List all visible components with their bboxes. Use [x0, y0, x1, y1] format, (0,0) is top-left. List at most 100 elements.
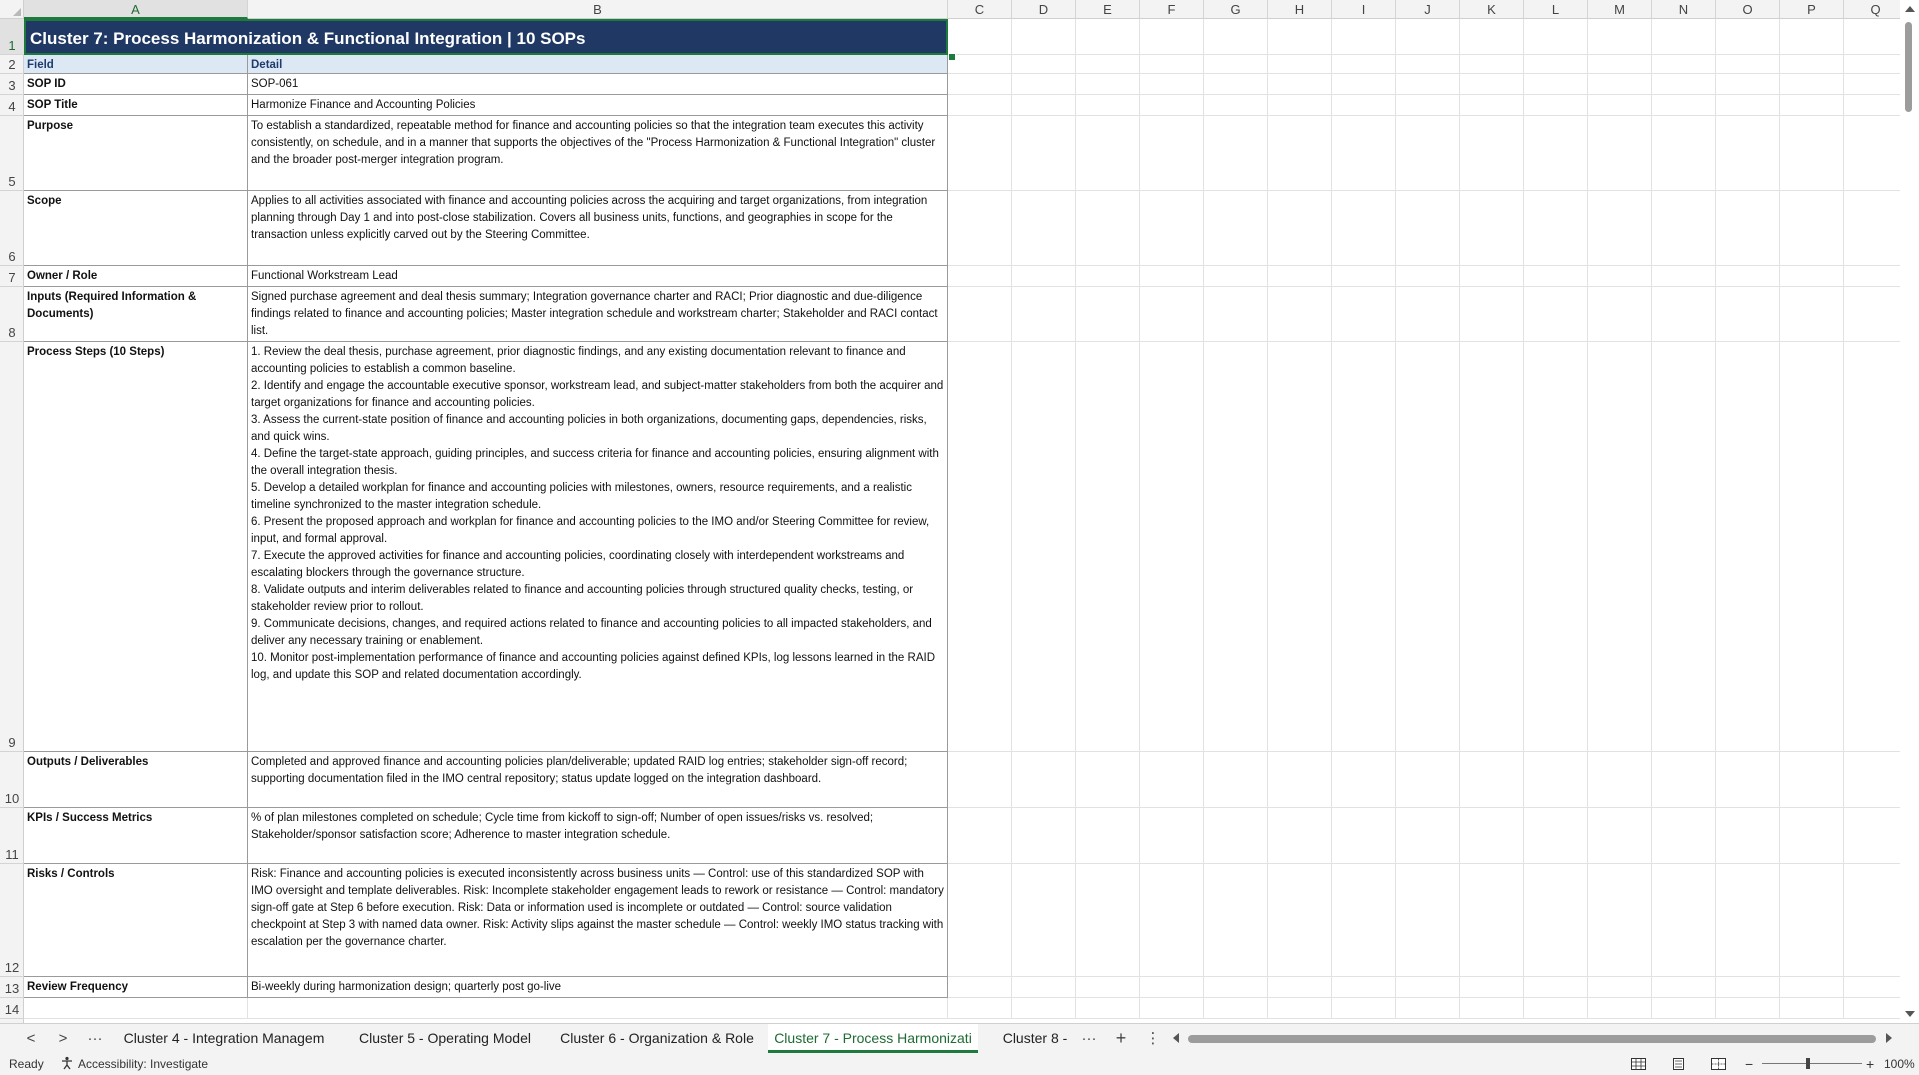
empty-cell[interactable]	[1268, 191, 1332, 266]
empty-cell[interactable]	[1844, 191, 1900, 266]
empty-cell[interactable]	[1460, 116, 1524, 191]
normal-view-icon[interactable]	[1631, 1058, 1646, 1070]
zoom-out-button[interactable]: −	[1745, 1053, 1753, 1075]
empty-cell[interactable]	[1396, 287, 1460, 342]
row-header-5[interactable]: 5	[0, 116, 24, 191]
empty-cell[interactable]	[1268, 864, 1332, 977]
column-header-c[interactable]: C	[948, 0, 1012, 19]
column-header-g[interactable]: G	[1204, 0, 1268, 19]
detail-cell[interactable]: Harmonize Finance and Accounting Policie…	[248, 95, 948, 116]
empty-cell[interactable]	[1140, 74, 1204, 95]
empty-cell[interactable]	[1524, 864, 1588, 977]
sheet-tab[interactable]: Cluster 6 - Organization & Role	[553, 1024, 761, 1053]
empty-cell[interactable]	[1460, 266, 1524, 287]
empty-cell[interactable]	[1204, 998, 1268, 1019]
sheet-tab[interactable]: Cluster 5 - Operating Model	[350, 1024, 540, 1053]
empty-cell[interactable]	[1332, 191, 1396, 266]
empty-cell[interactable]	[1268, 977, 1332, 998]
scroll-up-arrow-icon[interactable]	[1905, 6, 1915, 12]
empty-cell[interactable]	[1588, 808, 1652, 864]
empty-cell[interactable]	[1652, 977, 1716, 998]
empty-cell[interactable]	[1268, 55, 1332, 74]
empty-cell[interactable]	[1716, 342, 1780, 752]
empty-cell[interactable]	[1652, 808, 1716, 864]
empty-cell[interactable]	[1524, 977, 1588, 998]
empty-cell[interactable]	[1332, 977, 1396, 998]
empty-cell[interactable]	[1524, 287, 1588, 342]
next-sheet-button[interactable]: >	[52, 1024, 74, 1053]
empty-cell[interactable]	[1780, 191, 1844, 266]
empty-cell[interactable]	[1204, 116, 1268, 191]
add-sheet-button[interactable]: +	[1110, 1024, 1132, 1053]
empty-cell[interactable]	[1332, 19, 1396, 55]
empty-cell[interactable]	[1524, 808, 1588, 864]
empty-cell[interactable]	[1332, 55, 1396, 74]
empty-cell[interactable]	[1524, 95, 1588, 116]
sheet-tab[interactable]: Cluster 8 -	[993, 1024, 1077, 1053]
empty-cell[interactable]	[1012, 752, 1076, 808]
empty-cell[interactable]	[1396, 266, 1460, 287]
empty-cell[interactable]	[948, 287, 1012, 342]
empty-cell[interactable]	[948, 977, 1012, 998]
scroll-right-arrow-icon[interactable]	[1886, 1033, 1892, 1043]
empty-cell[interactable]	[1588, 752, 1652, 808]
empty-cell[interactable]	[1396, 191, 1460, 266]
empty-cell[interactable]	[1204, 752, 1268, 808]
empty-cell[interactable]	[1588, 977, 1652, 998]
detail-header-cell[interactable]: Detail	[248, 55, 948, 74]
row-header-4[interactable]: 4	[0, 95, 24, 116]
empty-cell[interactable]	[948, 116, 1012, 191]
field-cell[interactable]: SOP Title	[24, 95, 248, 116]
empty-cell[interactable]	[1652, 342, 1716, 752]
empty-cell[interactable]	[1140, 752, 1204, 808]
empty-cell[interactable]	[1268, 74, 1332, 95]
detail-cell[interactable]: Completed and approved finance and accou…	[248, 752, 948, 808]
empty-cell[interactable]	[1332, 116, 1396, 191]
empty-cell[interactable]	[1076, 191, 1140, 266]
sheet-tab[interactable]: Cluster 4 - Integration Managem	[110, 1024, 338, 1053]
empty-cell[interactable]	[1716, 752, 1780, 808]
empty-cell[interactable]	[1012, 342, 1076, 752]
column-header-d[interactable]: D	[1012, 0, 1076, 19]
empty-cell[interactable]	[1652, 116, 1716, 191]
empty-cell[interactable]	[1268, 266, 1332, 287]
empty-cell[interactable]	[1844, 977, 1900, 998]
empty-cell[interactable]	[1844, 998, 1900, 1019]
empty-cell[interactable]	[1204, 266, 1268, 287]
row-header-1[interactable]: 1	[0, 19, 24, 55]
empty-cell[interactable]	[1588, 95, 1652, 116]
empty-cell[interactable]	[1780, 116, 1844, 191]
empty-cell[interactable]	[1140, 287, 1204, 342]
column-header-p[interactable]: P	[1780, 0, 1844, 19]
empty-cell[interactable]	[1588, 287, 1652, 342]
field-cell[interactable]: Scope	[24, 191, 248, 266]
empty-cell[interactable]	[1652, 191, 1716, 266]
empty-cell[interactable]	[1268, 342, 1332, 752]
empty-cell[interactable]	[1588, 266, 1652, 287]
empty-cell[interactable]	[1652, 266, 1716, 287]
empty-cell[interactable]	[1460, 752, 1524, 808]
empty-cell[interactable]	[1460, 864, 1524, 977]
empty-cell[interactable]	[1396, 342, 1460, 752]
column-header-i[interactable]: I	[1332, 0, 1396, 19]
empty-cell[interactable]	[1460, 342, 1524, 752]
empty-cell[interactable]	[1780, 74, 1844, 95]
empty-cell[interactable]	[1012, 864, 1076, 977]
column-header-m[interactable]: M	[1588, 0, 1652, 19]
empty-cell[interactable]	[1716, 864, 1780, 977]
row-header-8[interactable]: 8	[0, 287, 24, 342]
empty-cell[interactable]	[1076, 74, 1140, 95]
empty-cell[interactable]	[1716, 95, 1780, 116]
empty-cell[interactable]	[1524, 74, 1588, 95]
empty-cell[interactable]	[1460, 977, 1524, 998]
empty-cell[interactable]	[1076, 116, 1140, 191]
field-cell[interactable]: Process Steps (10 Steps)	[24, 342, 248, 752]
empty-cell[interactable]	[1268, 95, 1332, 116]
empty-cell[interactable]	[948, 808, 1012, 864]
empty-cell[interactable]	[1780, 287, 1844, 342]
empty-cell[interactable]	[1524, 342, 1588, 752]
sheet-tab[interactable]: Cluster 7 - Process Harmonizati	[768, 1024, 978, 1053]
empty-cell[interactable]	[1716, 19, 1780, 55]
field-header-cell[interactable]: Field	[24, 55, 248, 74]
empty-cell[interactable]	[1268, 998, 1332, 1019]
